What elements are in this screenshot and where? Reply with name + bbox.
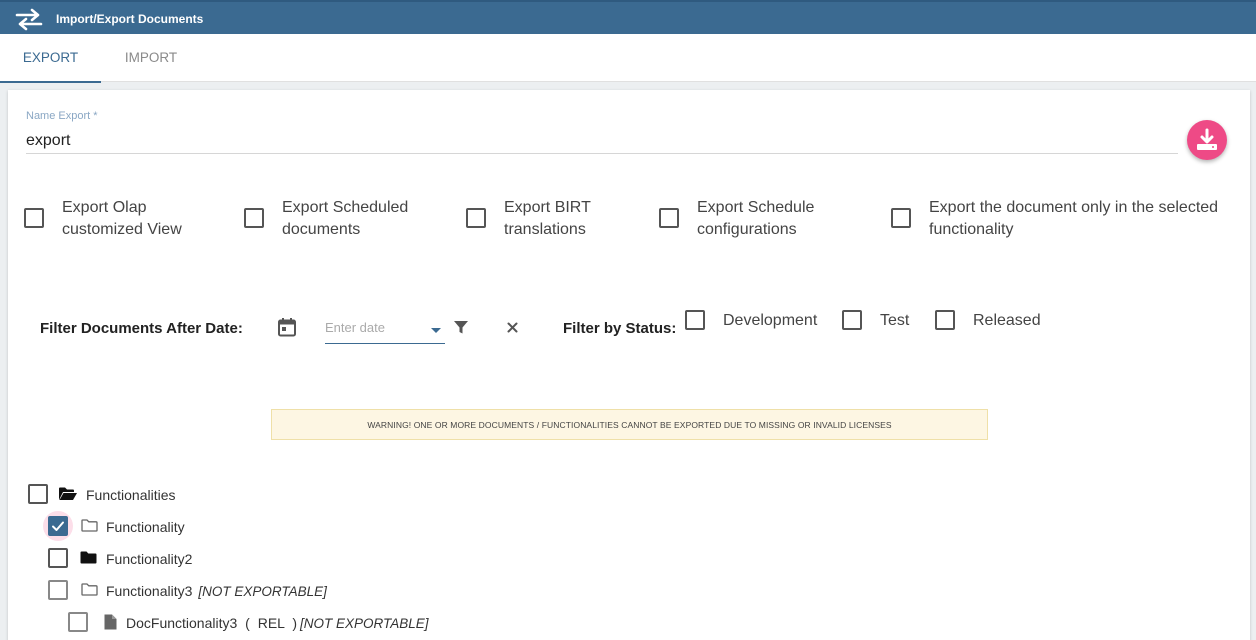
option-olap-line2: customized View: [62, 221, 182, 238]
option-selected-functionality-label: Export the document only in the selected…: [929, 197, 1218, 241]
tree-label-functionality2[interactable]: Functionality2: [106, 551, 192, 567]
option-scheduled-line2: documents: [282, 221, 361, 238]
option-scheduled-checkbox[interactable]: [244, 208, 264, 228]
option-selected-functionality-checkbox[interactable]: [891, 208, 911, 228]
option-schedule-config-checkbox[interactable]: [659, 208, 679, 228]
tree-label-functionality3[interactable]: Functionality3 [NOT EXPORTABLE]: [106, 583, 327, 599]
not-exportable-note: [NOT EXPORTABLE]: [300, 616, 429, 631]
option-birt-line2: translations: [504, 221, 586, 238]
tab-import[interactable]: IMPORT: [101, 34, 201, 82]
option-selected-functionality-line2: functionality: [929, 221, 1014, 238]
folder-filled-icon: [80, 551, 97, 564]
tree-checkbox-functionality2[interactable]: [48, 548, 68, 568]
tree-label-text: DocFunctionality3: [126, 615, 238, 631]
option-scheduled-line1: Export Scheduled: [282, 199, 409, 216]
option-schedule-config-line2: configurations: [697, 221, 797, 238]
option-olap-label: Export Olap customized View: [62, 197, 182, 241]
option-schedule-config-line1: Export Schedule: [697, 199, 815, 216]
export-panel: [8, 90, 1250, 640]
status-test-label: Test: [880, 312, 910, 329]
swap-arrows-icon: [15, 8, 43, 31]
option-olap-line1: Export Olap: [62, 199, 147, 216]
page-title: Import/Export Documents: [56, 12, 204, 26]
status-paren-open: (: [245, 615, 250, 631]
check-icon: [52, 521, 64, 531]
folder-open-icon: [59, 487, 77, 500]
title-bar: Import/Export Documents: [0, 0, 1256, 34]
option-schedule-config-label: Export Schedule configurations: [697, 197, 814, 241]
status-test-checkbox[interactable]: [842, 310, 862, 330]
status-paren-close: ): [292, 615, 298, 631]
name-export-input[interactable]: [26, 128, 1178, 154]
folder-outline-icon: [81, 583, 98, 596]
option-birt-checkbox[interactable]: [466, 208, 486, 228]
option-scheduled-label: Export Scheduled documents: [282, 197, 408, 241]
chevron-down-icon[interactable]: [431, 328, 441, 333]
status-released-label: Released: [973, 312, 1041, 329]
tree-label-text: Functionality3: [106, 583, 193, 599]
filter-date-label: Filter Documents After Date:: [40, 320, 243, 337]
tab-bar: EXPORT IMPORT: [0, 34, 1256, 83]
tree-checkbox-functionalities[interactable]: [28, 484, 48, 504]
option-birt-line1: Export BIRT: [504, 199, 591, 216]
document-icon: [104, 614, 117, 630]
status-development-checkbox[interactable]: [685, 310, 705, 330]
status-development-label: Development: [723, 312, 818, 329]
not-exportable-note: [NOT EXPORTABLE]: [198, 584, 327, 599]
date-input[interactable]: [325, 320, 425, 335]
doc-status: REL: [257, 615, 285, 631]
option-selected-functionality-line1: Export the document only in the selected: [929, 199, 1219, 216]
option-birt-label: Export BIRT translations: [504, 197, 591, 241]
tree-label-functionalities[interactable]: Functionalities: [86, 487, 176, 503]
option-olap-checkbox[interactable]: [24, 208, 44, 228]
license-warning: WARNING! ONE OR MORE DOCUMENTS / FUNCTIO…: [271, 409, 988, 440]
calendar-icon[interactable]: [277, 317, 297, 337]
download-button[interactable]: [1187, 120, 1227, 160]
clear-icon[interactable]: [507, 322, 518, 333]
tree-checkbox-functionality3[interactable]: [48, 580, 68, 600]
tree-checkbox-functionality[interactable]: [48, 516, 68, 536]
filter-status-label: Filter by Status:: [563, 320, 677, 337]
date-field: [325, 316, 445, 344]
filter-icon[interactable]: [453, 320, 469, 335]
tree-label-functionality[interactable]: Functionality: [106, 519, 185, 535]
status-released-checkbox[interactable]: [935, 310, 955, 330]
tab-export[interactable]: EXPORT: [0, 34, 101, 83]
tree-checkbox-docfunctionality3[interactable]: [68, 612, 88, 632]
folder-outline-icon: [81, 519, 98, 532]
download-icon: [1197, 128, 1217, 150]
tree-label-docfunctionality3[interactable]: DocFunctionality3 ( REL ) [NOT EXPORTABLE…: [126, 615, 429, 631]
name-export-label: Name Export *: [26, 110, 98, 122]
